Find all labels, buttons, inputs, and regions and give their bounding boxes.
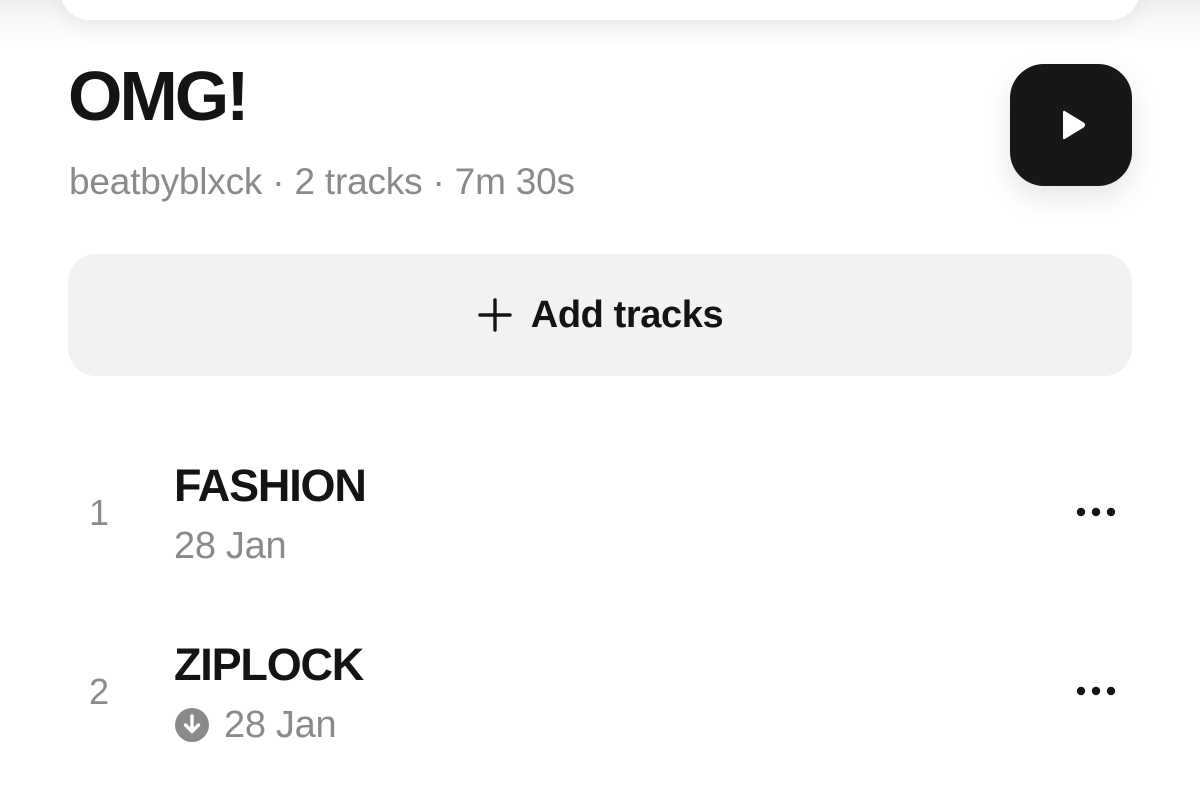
track-title: ZIPLOCK xyxy=(174,639,364,690)
track-row-ziplock[interactable]: 2 ZIPLOCK 28 Jan xyxy=(68,633,1132,753)
more-icon xyxy=(1076,507,1116,517)
track-date: 28 Jan xyxy=(174,525,287,567)
playlist-screen: OMG! beatbyblxck · 2 tracks · 7m 30s Add… xyxy=(0,0,1200,812)
track-number: 2 xyxy=(88,671,110,712)
track-subtitle: 28 Jan xyxy=(174,703,337,747)
add-tracks-button[interactable]: Add tracks xyxy=(68,254,1132,376)
playlist-meta: beatbyblxck · 2 tracks · 7m 30s xyxy=(69,161,575,202)
play-icon xyxy=(1063,110,1085,140)
more-icon xyxy=(1076,686,1116,696)
track-title: FASHION xyxy=(174,460,367,511)
download-icon xyxy=(175,708,209,742)
add-tracks-label: Add tracks xyxy=(530,293,724,336)
top-card-edge xyxy=(60,0,1140,20)
more-options-button[interactable] xyxy=(1072,669,1120,713)
track-date: 28 Jan xyxy=(224,704,337,746)
more-options-button[interactable] xyxy=(1072,490,1120,534)
top-shadow xyxy=(0,0,1200,46)
track-subtitle: 28 Jan xyxy=(174,524,287,568)
plus-icon xyxy=(478,298,512,332)
track-number: 1 xyxy=(88,492,110,533)
play-button[interactable] xyxy=(1010,64,1132,186)
playlist-title: OMG! xyxy=(68,57,250,135)
track-row-fashion[interactable]: 1 FASHION 28 Jan xyxy=(68,454,1132,574)
